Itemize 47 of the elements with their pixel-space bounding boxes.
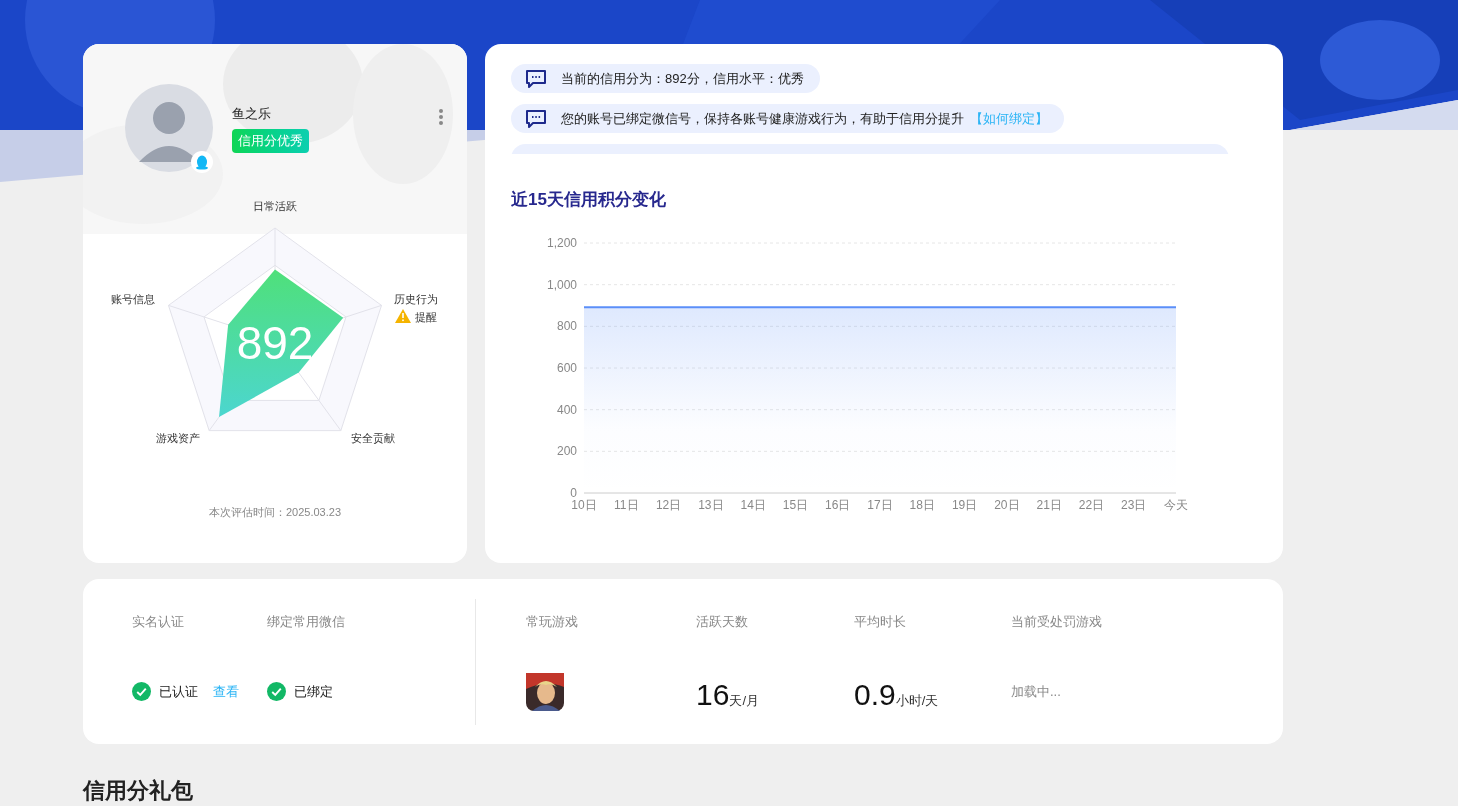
y-tick-label: 1,200 (546, 235, 577, 250)
y-tick-label: 600 (556, 360, 577, 375)
field-label: 实名认证 (132, 612, 185, 631)
stat-unit: 小时/天 (895, 692, 939, 710)
credit-score: 892 (236, 317, 314, 369)
loading-text: 加载中... (1011, 682, 1061, 701)
x-tick-label: 20日 (994, 497, 1020, 512)
stat-label: 常玩游戏 (526, 612, 579, 631)
axis-label: 游戏资产 (156, 432, 200, 444)
status-text: 已绑定 (294, 682, 333, 701)
view-link[interactable]: 查看 (213, 681, 239, 702)
field-label: 绑定常用微信 (267, 612, 345, 631)
x-tick-label: 今天 (1164, 497, 1188, 512)
x-tick-label: 16日 (825, 497, 851, 512)
axis-label: 账号信息 (111, 293, 155, 305)
y-tick-label: 200 (556, 443, 577, 458)
x-tick-label: 13日 (698, 497, 724, 512)
chart-title: 近15天信用积分变化 (511, 190, 666, 209)
x-tick-label: 19日 (951, 497, 978, 512)
evaluation-time: 本次评估时间：2025.03.23 (208, 505, 342, 520)
axis-label: 日常活跃 (253, 200, 297, 212)
axis-label: 历史行为 (394, 293, 438, 305)
x-tick-label: 22日 (1078, 497, 1105, 512)
axis-label: 安全贡献 (351, 432, 395, 444)
warning-icon (395, 309, 411, 323)
x-tick-label: 15日 (782, 497, 809, 512)
status-text: 已认证 (159, 682, 198, 701)
x-tick-label: 11日 (614, 497, 639, 512)
x-tick-label: 18日 (909, 497, 935, 512)
x-tick-label: 21日 (1036, 497, 1062, 512)
y-tick-label: 800 (556, 318, 577, 333)
x-tick-label: 14日 (740, 497, 766, 512)
x-tick-label: 23日 (1121, 497, 1147, 512)
section-title: 信用分礼包 (83, 778, 193, 803)
stat-label: 平均时长 (854, 612, 907, 631)
x-tick-label: 10日 (571, 497, 597, 512)
stat-unit: 天/月 (729, 691, 759, 710)
stat-value: 0.9 (854, 677, 896, 712)
stat-label: 当前受处罚游戏 (1011, 612, 1103, 631)
y-tick-label: 1,000 (546, 277, 577, 292)
x-tick-label: 17日 (867, 497, 893, 512)
stat-label: 活跃天数 (696, 612, 749, 631)
y-tick-label: 0 (570, 485, 577, 500)
y-tick-label: 400 (556, 402, 577, 417)
x-tick-label: 12日 (655, 497, 682, 512)
stat-value: 16 (696, 677, 730, 712)
alert-label: 提醒 (415, 311, 437, 323)
